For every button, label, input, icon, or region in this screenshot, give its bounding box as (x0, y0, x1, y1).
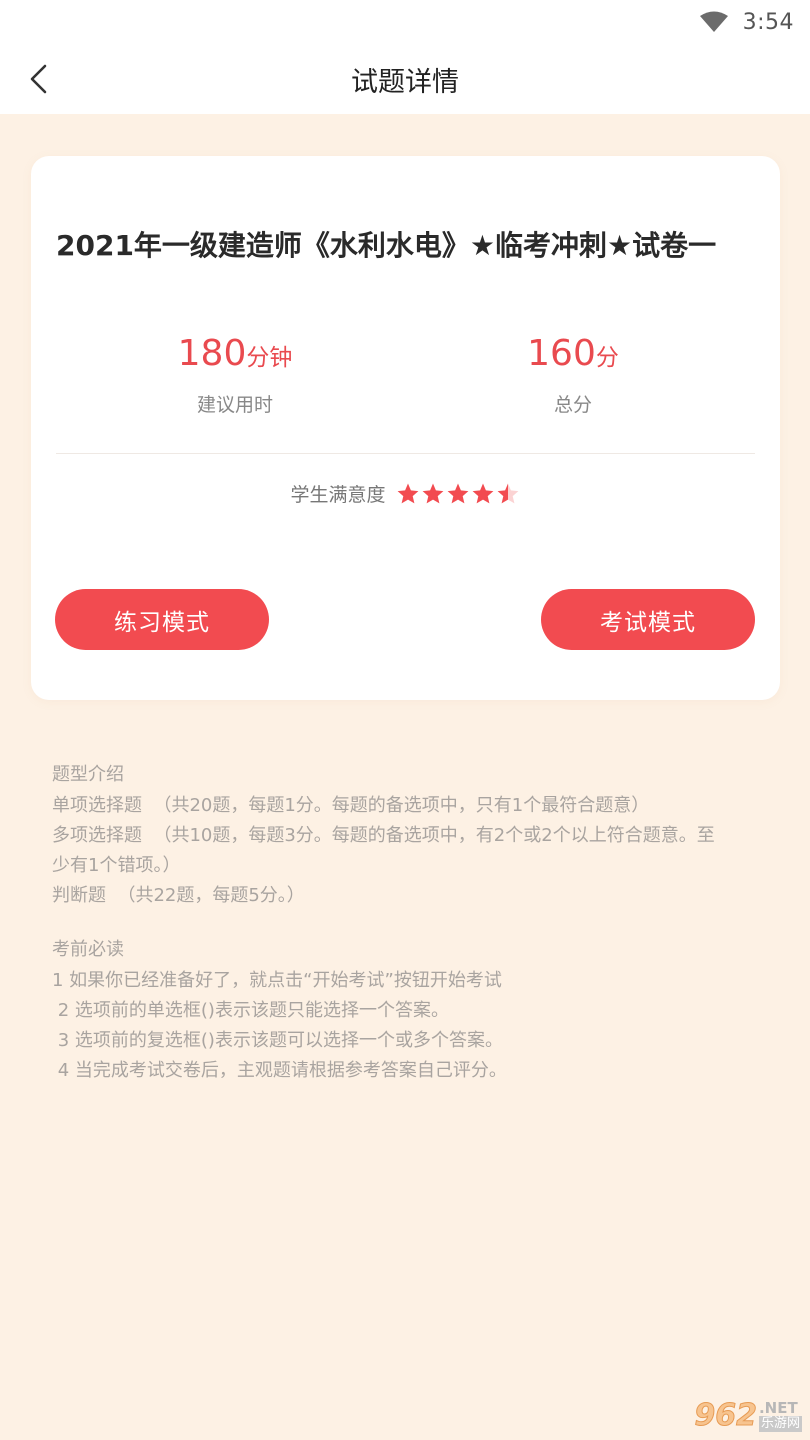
exam-info: 题型介绍 单项选择题 （共20题，每题1分。每题的备选项中，只有1个最符合题意）… (52, 760, 762, 1086)
star-icon (422, 483, 443, 503)
exam-notes-title: 考前必读 (52, 939, 124, 960)
exam-note-line: 2 选项前的单选框()表示该题只能选择一个答案。 (52, 1000, 449, 1021)
time-unit: 分钟 (246, 345, 293, 371)
exam-note-line: 4 当完成考试交卷后，主观题请根据参考答案自己评分。 (52, 1060, 507, 1081)
star-icon (472, 483, 493, 503)
star-rating (396, 482, 521, 506)
page-title: 试题详情 (351, 67, 459, 98)
nav-bar: 试题详情 (0, 44, 810, 114)
star-icon (447, 483, 468, 503)
score-unit: 分 (595, 345, 619, 371)
watermark-number: 962 (694, 1398, 758, 1433)
wifi-icon (699, 11, 729, 33)
exam-note-line: 1 如果你已经准备好了，就点击“开始考试”按钮开始考试 (52, 970, 502, 991)
score-value: 160 (527, 333, 596, 374)
watermark-logo: 962 .NET 乐游网 (670, 1394, 802, 1432)
question-type-line: 多项选择题 （共10题，每题3分。每题的备选项中，有2个或2个以上符合题意。至 (52, 825, 715, 846)
paper-card: 2021年一级建造师《水利水电》★临考冲刺★试卷一 180分钟 建议用时 160… (31, 156, 780, 700)
time-value: 180 (177, 333, 247, 374)
status-time: 3:54 (742, 9, 794, 35)
exam-mode-button[interactable]: 考试模式 (541, 589, 755, 650)
exam-note-line: 3 选项前的复选框()表示该题可以选择一个或多个答案。 (52, 1030, 503, 1051)
divider (56, 453, 755, 454)
star-icon (397, 483, 418, 503)
status-bar: 3:54 (0, 0, 810, 44)
question-type-line: 少有1个错项。） (52, 855, 181, 876)
watermark-site: 乐游网 (758, 1416, 802, 1432)
question-type-line: 单项选择题 （共20题，每题1分。每题的备选项中，只有1个最符合题意） (52, 795, 650, 816)
practice-mode-button[interactable]: 练习模式 (55, 589, 269, 650)
score-label: 总分 (553, 394, 592, 416)
total-score: 160分 总分 (473, 332, 673, 417)
satisfaction-label: 学生满意度 (290, 484, 386, 506)
satisfaction-rating: 学生满意度 (31, 480, 780, 507)
question-type-line: 判断题 （共22题，每题5分。） (52, 885, 305, 906)
suggested-time: 180分钟 建议用时 (135, 332, 335, 417)
time-label: 建议用时 (196, 394, 273, 416)
watermark-net: .NET (758, 1399, 798, 1417)
star-icon (497, 483, 518, 503)
paper-title: 2021年一级建造师《水利水电》★临考冲刺★试卷一 (56, 229, 717, 262)
question-types-title: 题型介绍 (52, 764, 124, 785)
